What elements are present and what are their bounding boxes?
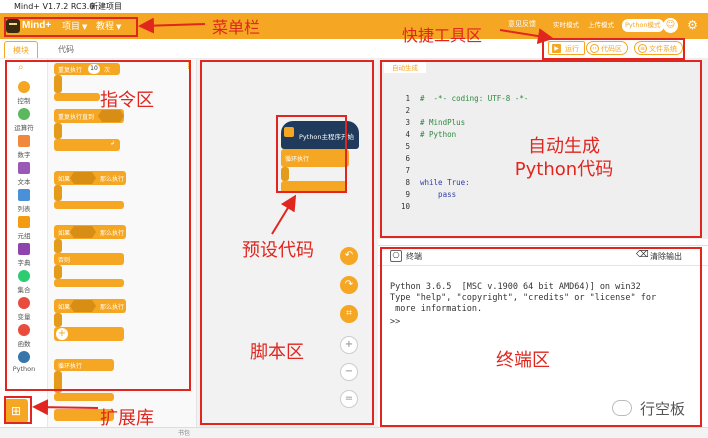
arrow-quick — [499, 28, 554, 45]
annotation-preset: 预设代码 — [242, 240, 314, 261]
annotation-extensions: 扩展库 — [100, 408, 154, 429]
annotation-terminal: 终端区 — [496, 350, 550, 371]
arrow-preset — [271, 194, 297, 235]
app-window: Mind+ V1.7.2 RC3.0 新建项目 Mind+ 项目 ▼ 教程 ▼ 意见… — [0, 0, 708, 438]
annotation-arrows — [32, 17, 554, 416]
watermark: 行空板 — [612, 396, 704, 422]
annotation-autogen-2: Python代码 — [514, 159, 614, 180]
arrow-extensions — [32, 399, 99, 416]
wechat-icon — [612, 400, 632, 416]
annotation-quick: 快捷工具区 — [402, 26, 483, 45]
annotation-script: 脚本区 — [250, 342, 304, 363]
annotation-menubar: 菜单栏 — [212, 18, 261, 37]
watermark-text: 行空板 — [640, 400, 686, 418]
arrow-menubar — [138, 17, 206, 34]
annotation-commands: 指令区 — [100, 90, 154, 111]
